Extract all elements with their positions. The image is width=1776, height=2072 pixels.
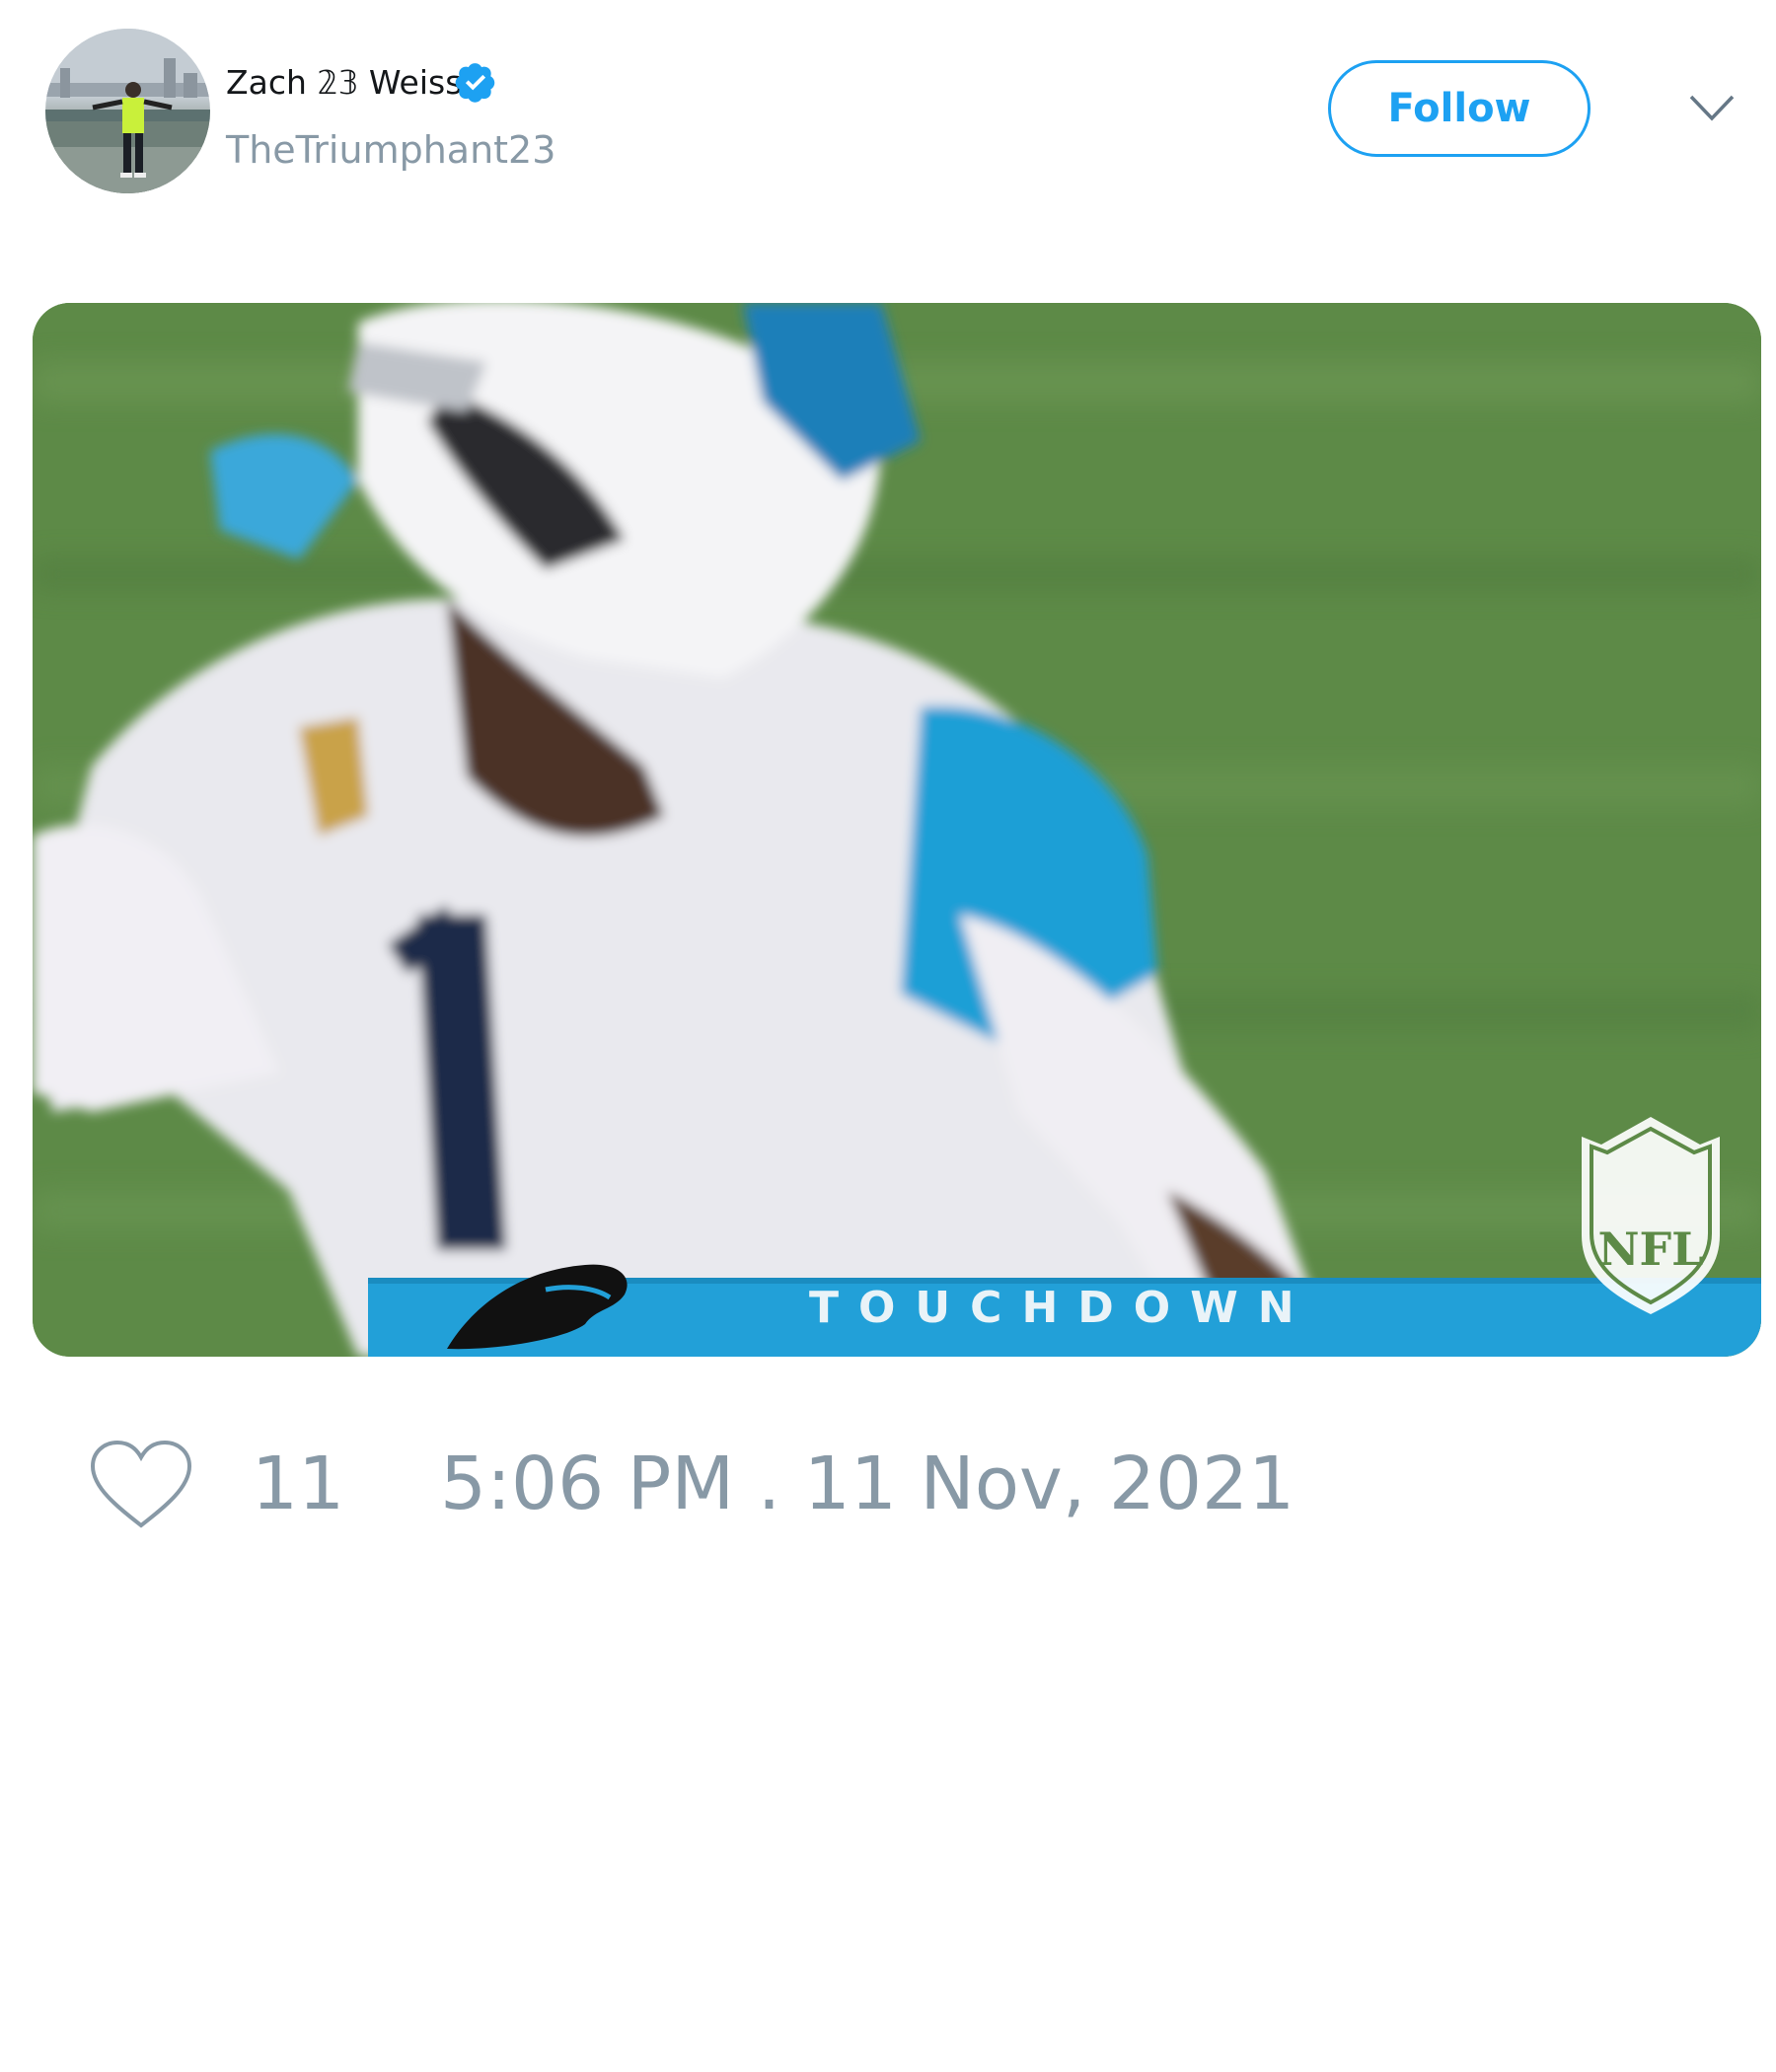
follow-button[interactable]: Follow [1328, 60, 1591, 157]
tweet-card: Zach 𝟚𝟛 Weiss TheTriumphant23 Follow NFL… [0, 0, 1776, 2072]
avatar[interactable] [45, 29, 210, 193]
heart-icon[interactable] [89, 1439, 193, 1531]
tweet-timestamp[interactable]: 5:06 PM . 11 Nov, 2021 [440, 1442, 1295, 1526]
svg-text:NFL: NFL [1597, 1222, 1703, 1276]
user-handle[interactable]: TheTriumphant23 [226, 127, 555, 173]
touchdown-banner-text: TOUCHDOWN [809, 1283, 1314, 1333]
verified-badge-icon [455, 63, 495, 103]
display-name[interactable]: Zach 𝟚𝟛 Weiss [226, 63, 462, 103]
tweet-media-gif[interactable]: NFL [33, 303, 1761, 1357]
like-count: 11 [252, 1442, 345, 1526]
chevron-down-icon[interactable] [1687, 91, 1737, 124]
